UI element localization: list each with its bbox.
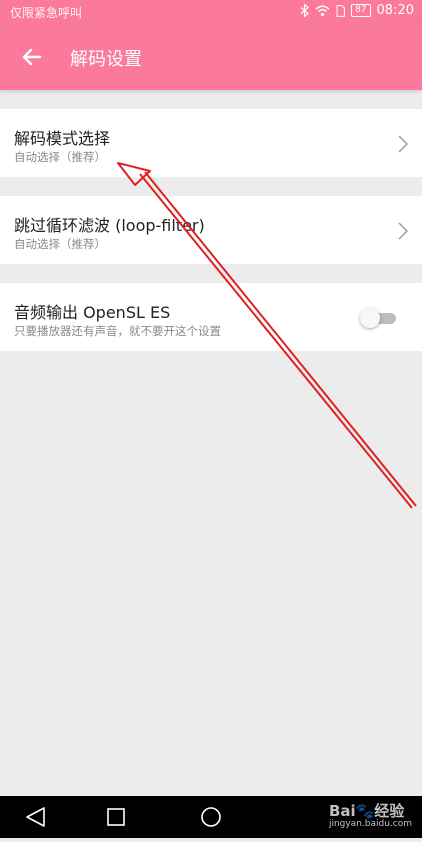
status-bar: 仅限紧急呼叫 87 08:20 (0, 0, 422, 24)
nav-recents-button[interactable] (86, 796, 146, 838)
setting-subtitle: 自动选择（推荐） (14, 150, 106, 164)
loop-filter-setting[interactable]: 跳过循环滤波 (loop-filter) 自动选择（推荐） (0, 196, 422, 264)
navigation-bar: Bai🐾经验 jingyan.baidu.com (0, 796, 422, 838)
toggle-thumb (360, 308, 380, 328)
bluetooth-icon (300, 4, 310, 17)
opensl-audio-setting[interactable]: 音频输出 OpenSL ES 只要播放器还有声音，就不要开这个设置 (0, 283, 422, 351)
watermark-brand: Bai🐾经验 (328, 802, 405, 820)
back-arrow-icon[interactable] (18, 43, 46, 71)
sim-icon (336, 4, 345, 17)
setting-subtitle: 自动选择（推荐） (14, 237, 106, 251)
app-bar: 解码设置 (0, 24, 422, 90)
setting-subtitle: 只要播放器还有声音，就不要开这个设置 (14, 324, 221, 338)
nav-back-button[interactable] (7, 796, 67, 838)
nav-home-button[interactable] (181, 796, 241, 838)
chevron-right-icon (398, 135, 409, 153)
wifi-icon (315, 5, 330, 16)
home-circle-icon (201, 807, 221, 827)
back-triangle-icon (26, 807, 45, 827)
setting-title: 跳过循环滤波 (loop-filter) (14, 216, 205, 235)
carrier-text: 仅限紧急呼叫 (10, 6, 83, 20)
opensl-toggle[interactable] (360, 308, 398, 328)
watermark-url: jingyan.baidu.com (328, 819, 412, 829)
battery-icon: 87 (351, 4, 371, 17)
setting-title: 解码模式选择 (14, 129, 111, 148)
clock: 08:20 (376, 3, 414, 18)
decode-mode-setting[interactable]: 解码模式选择 自动选择（推荐） (0, 109, 422, 177)
baidu-jingyan-watermark: Bai🐾经验 jingyan.baidu.com (329, 800, 412, 829)
setting-title: 音频输出 OpenSL ES (14, 303, 171, 322)
page-title: 解码设置 (70, 49, 142, 70)
status-icons: 87 08:20 (300, 3, 414, 18)
recents-square-icon (107, 808, 125, 826)
chevron-right-icon (398, 222, 409, 240)
